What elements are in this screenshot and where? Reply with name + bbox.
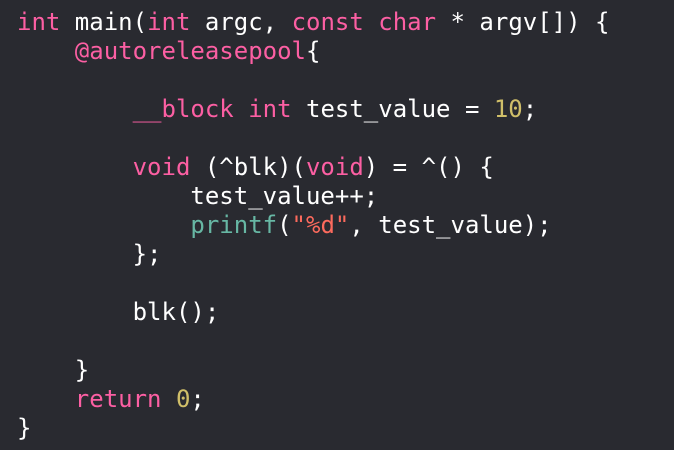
code-line[interactable]: __block int test_value = 10;: [133, 95, 538, 124]
code-line[interactable]: return 0;: [75, 385, 205, 414]
code-line[interactable]: printf("%d", test_value);: [190, 211, 551, 240]
code-token-plain: , test_value);: [349, 211, 552, 239]
code-token-kw: return: [74, 385, 162, 413]
code-token-str: "%d": [291, 211, 350, 239]
code-token-kw: __block: [132, 95, 234, 123]
code-line[interactable]: }: [75, 356, 89, 385]
code-token-plain: {: [305, 37, 321, 65]
code-token-plain: ) = ^() {: [363, 153, 494, 181]
code-line[interactable]: @autoreleasepool{: [75, 37, 321, 66]
code-token-fn: printf: [190, 211, 278, 239]
code-token-plain: }: [17, 414, 32, 442]
code-token-kw: int: [248, 95, 292, 123]
code-token-plain: argc,: [190, 8, 292, 36]
code-token-kw: void: [132, 153, 191, 181]
code-token-plain: (^blk)(: [190, 153, 306, 181]
code-token-kw: int: [17, 8, 61, 36]
code-token-plain: blk();: [132, 298, 220, 326]
code-line[interactable]: }: [17, 414, 31, 443]
code-editor[interactable]: int main(int argc, const char * argv[]) …: [0, 0, 674, 450]
code-token-plain: }: [74, 356, 90, 384]
code-line[interactable]: void (^blk)(void) = ^() {: [133, 153, 494, 182]
code-token-num: 10: [493, 95, 523, 123]
code-token-kw: const: [291, 8, 364, 36]
code-line[interactable]: int main(int argc, const char * argv[]) …: [17, 8, 609, 37]
code-token-plain: test_value++;: [190, 182, 379, 210]
code-line[interactable]: test_value++;: [190, 182, 378, 211]
code-token-num: 0: [175, 385, 191, 413]
code-line[interactable]: };: [133, 240, 162, 269]
code-token-plain: ;: [190, 385, 205, 413]
code-token-plain: ;: [522, 95, 538, 123]
code-token-plain: * argv[]) {: [436, 8, 610, 36]
code-token-plain: test_value =: [291, 95, 494, 123]
code-token-kw: @autoreleasepool: [74, 37, 306, 65]
code-token-plain: main(: [60, 8, 148, 36]
code-token-kw: void: [305, 153, 364, 181]
code-token-plain: };: [132, 240, 162, 268]
code-token-kw: int: [147, 8, 191, 36]
code-line[interactable]: blk();: [133, 298, 220, 327]
code-token-kw: char: [378, 8, 437, 36]
code-token-plain: (: [277, 211, 292, 239]
